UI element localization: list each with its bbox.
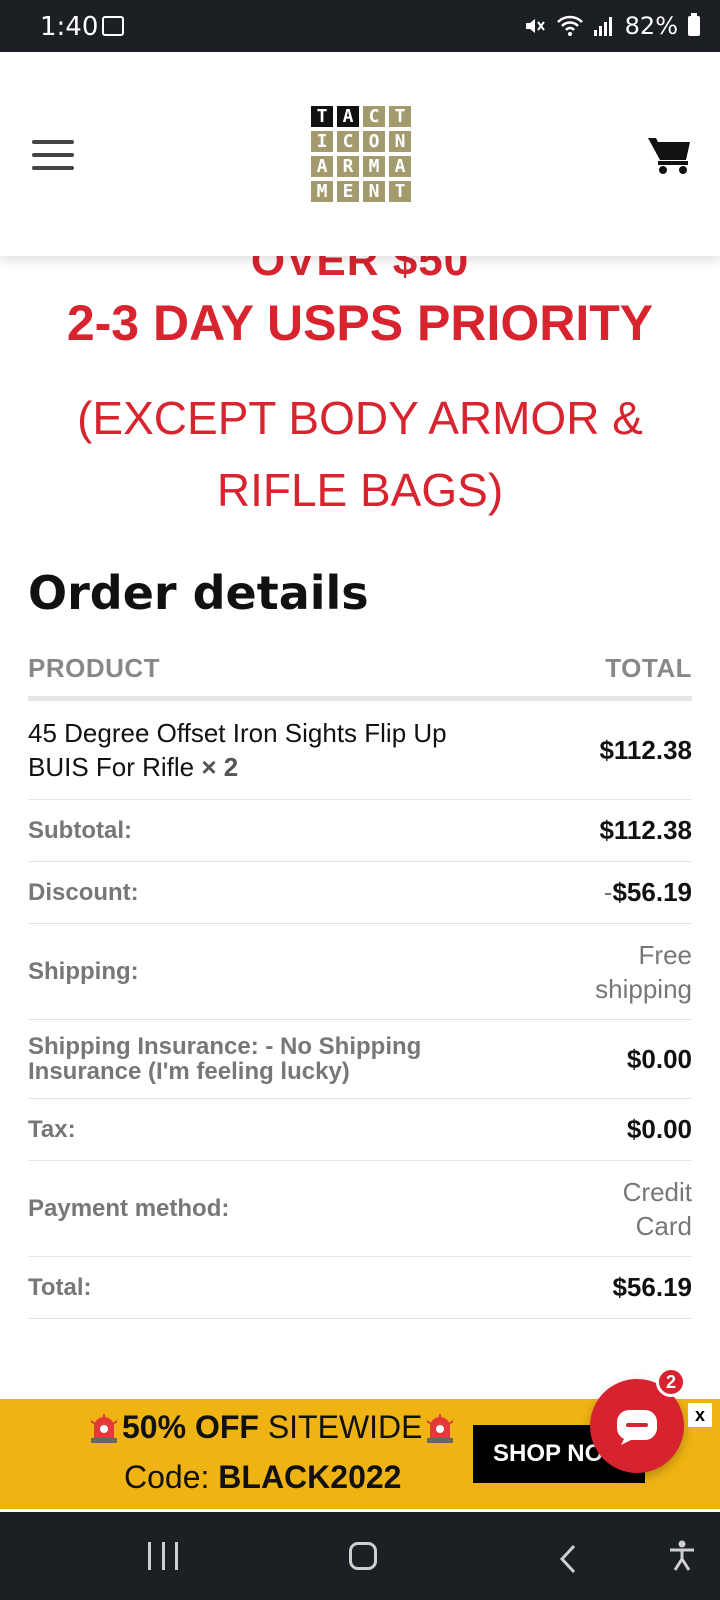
payment-value-line-1: Credit xyxy=(622,1176,692,1207)
tax-label: Tax: xyxy=(28,1115,76,1143)
total-value: $56.19 xyxy=(612,1272,692,1302)
payment-row: Payment method: Credit Card xyxy=(28,1161,692,1257)
logo-tile: T xyxy=(310,105,334,128)
logo-tile: N xyxy=(388,130,412,153)
status-icons: 82% xyxy=(523,12,700,40)
battery-icon xyxy=(688,13,700,36)
product-row: 45 Degree Offset Iron Sights Flip Up BUI… xyxy=(28,701,692,800)
total-row: Total: $56.19 xyxy=(28,1257,692,1319)
status-bar: 1:40 82% xyxy=(0,0,720,52)
site-logo[interactable]: TACTICONARMAMENT xyxy=(310,105,412,203)
table-header: PRODUCT TOTAL xyxy=(28,640,692,701)
subtotal-label: Subtotal: xyxy=(28,816,132,844)
promo-exception: (EXCEPT BODY ARMOR & RIFLE BAGS) xyxy=(0,382,720,526)
payment-value-line-2: Card xyxy=(635,1210,692,1241)
subtotal-value: $112.38 xyxy=(599,815,692,845)
close-banner-button[interactable]: x xyxy=(688,1403,712,1427)
shipping-row: Shipping: Free shipping xyxy=(28,924,692,1020)
system-nav-bar xyxy=(0,1512,720,1600)
menu-icon[interactable] xyxy=(32,140,74,170)
banner-code-label: Code: xyxy=(124,1459,210,1495)
site-header: TACTICONARMAMENT xyxy=(0,52,720,256)
logo-tile: A xyxy=(388,155,412,178)
insurance-value: $0.00 xyxy=(626,1043,692,1074)
shipping-label: Shipping: xyxy=(28,957,139,985)
banner-line-2: Code: BLACK2022 xyxy=(124,1459,401,1496)
product-total: $112.38 xyxy=(599,734,692,765)
tax-row: Tax: $0.00 xyxy=(28,1099,692,1161)
logo-tile: R xyxy=(336,155,360,178)
battery-percent: 82% xyxy=(624,12,678,40)
logo-tile: O xyxy=(362,130,386,153)
banner-sitewide: SITEWIDE xyxy=(267,1409,423,1445)
image-icon xyxy=(102,16,124,36)
siren-icon xyxy=(426,1413,455,1443)
chat-badge: 2 xyxy=(656,1367,686,1397)
siren-icon xyxy=(90,1413,118,1443)
logo-tile: C xyxy=(362,105,386,128)
logo-tile: C xyxy=(336,130,360,153)
promo-exception-line-1: (EXCEPT BODY ARMOR & xyxy=(77,392,643,444)
col-product: PRODUCT xyxy=(28,652,161,683)
tax-value: $0.00 xyxy=(626,1114,692,1144)
insurance-label: Shipping Insurance: - No Shipping Insura… xyxy=(28,1033,422,1085)
shipping-value-line-2: shipping xyxy=(595,973,692,1004)
mute-icon xyxy=(525,19,545,33)
product-name[interactable]: 45 Degree Offset Iron Sights Flip Up BUI… xyxy=(28,716,488,784)
col-total: TOTAL xyxy=(605,652,692,683)
shipping-value-line-1: Free xyxy=(638,939,692,970)
subtotal-row: Subtotal: $112.38 xyxy=(28,800,692,862)
home-icon[interactable] xyxy=(349,1542,377,1570)
shipping-value: Free shipping xyxy=(595,938,692,1006)
promo-exception-line-2: RIFLE BAGS) xyxy=(216,464,504,516)
recents-icon[interactable] xyxy=(148,1542,178,1570)
logo-tile: A xyxy=(310,155,334,178)
banner-line-1: 50% OFF SITEWIDE xyxy=(86,1409,458,1446)
logo-tile: M xyxy=(362,155,386,178)
signal-icon xyxy=(593,17,612,36)
logo-tile: E xyxy=(336,180,360,203)
payment-label: Payment method: xyxy=(28,1194,230,1222)
banner-code-value: BLACK2022 xyxy=(218,1459,402,1495)
order-details-table: PRODUCT TOTAL 45 Degree Offset Iron Sigh… xyxy=(28,640,692,1319)
discount-value: $56.19 xyxy=(612,877,692,907)
back-icon[interactable] xyxy=(558,1544,578,1574)
discount-label: Discount: xyxy=(28,878,139,906)
wifi-icon xyxy=(556,15,583,36)
order-details-title: Order details xyxy=(28,566,369,620)
payment-value: Credit Card xyxy=(623,1175,692,1243)
cart-icon[interactable] xyxy=(646,134,692,174)
insurance-row: Shipping Insurance: - No Shipping Insura… xyxy=(28,1020,692,1099)
status-time: 1:40 xyxy=(40,12,99,42)
logo-tile: I xyxy=(310,130,334,153)
discount-row: Discount: -$56.19 xyxy=(28,862,692,924)
promo-usps-line: 2-3 DAY USPS PRIORITY xyxy=(66,295,654,351)
accessibility-icon[interactable] xyxy=(668,1540,696,1572)
logo-tile: T xyxy=(388,180,412,203)
product-quantity: × 2 xyxy=(201,752,239,782)
logo-tile: M xyxy=(310,180,334,203)
logo-tile: A xyxy=(336,105,360,128)
discount-amount: -$56.19 xyxy=(604,877,692,908)
banner-discount: 50% OFF xyxy=(122,1409,259,1445)
total-label: Total: xyxy=(28,1273,92,1301)
logo-tile: N xyxy=(362,180,386,203)
logo-tile: T xyxy=(388,105,412,128)
